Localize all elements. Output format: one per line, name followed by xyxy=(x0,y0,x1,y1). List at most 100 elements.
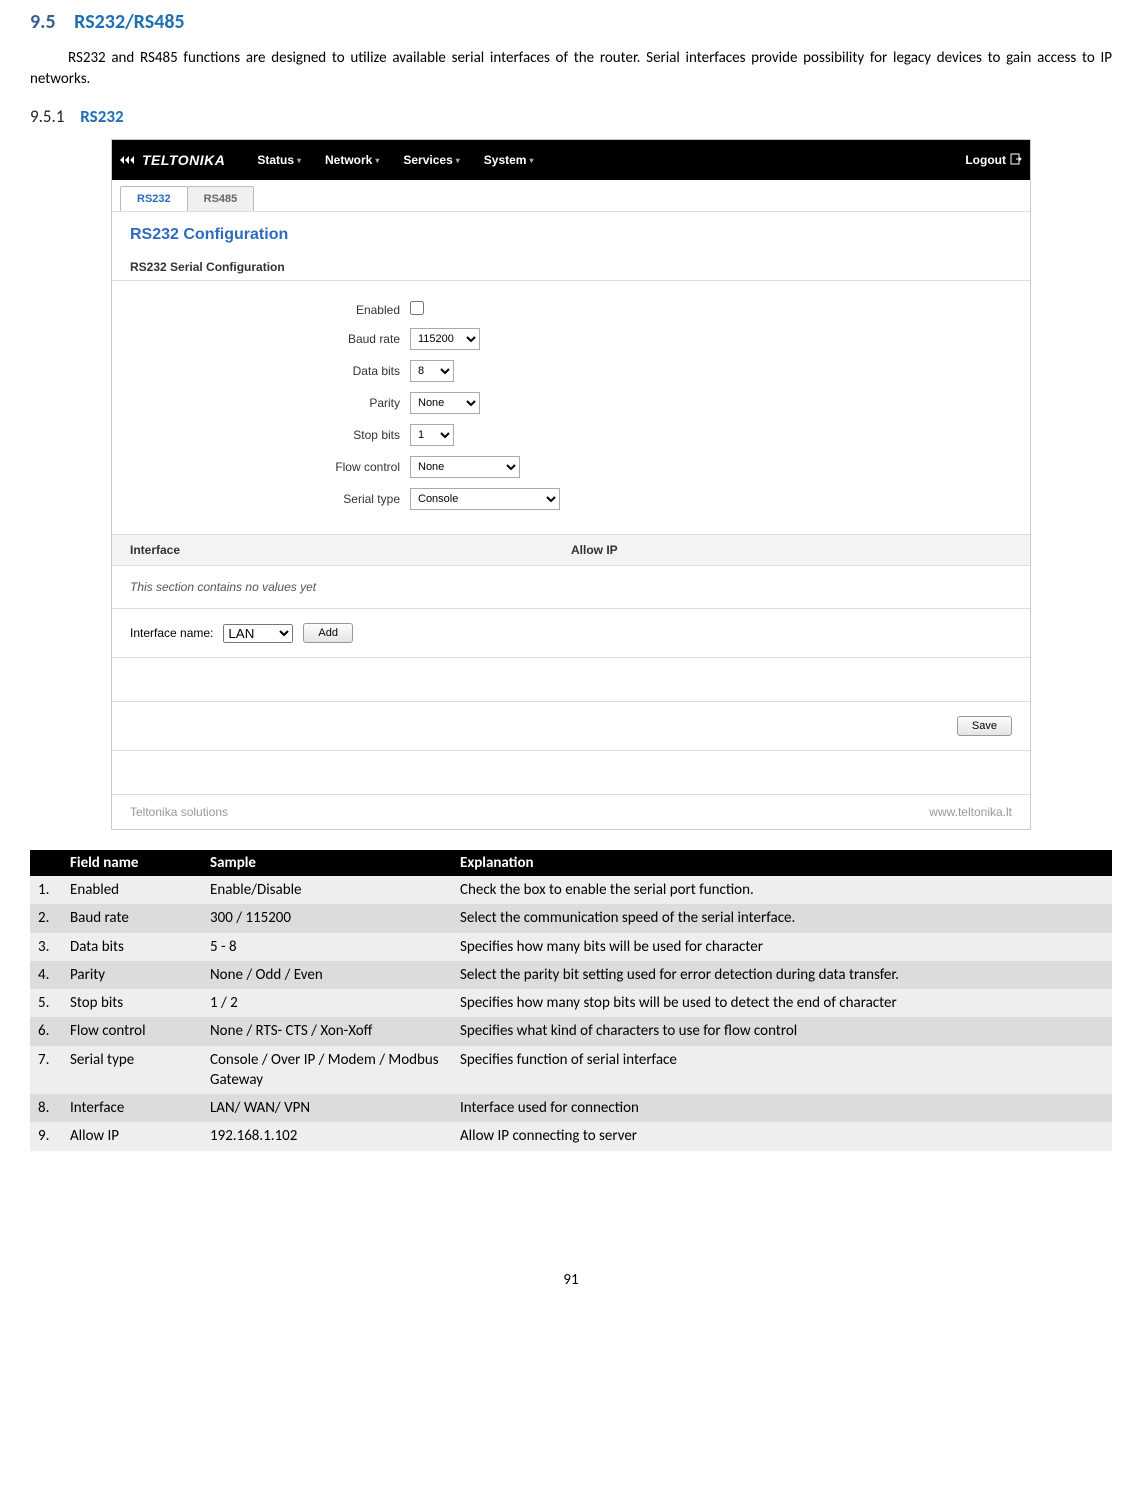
caret-down-icon: ▾ xyxy=(375,156,379,165)
row-explanation: Select the communication speed of the se… xyxy=(452,904,1112,932)
row-fieldname: Allow IP xyxy=(62,1122,202,1150)
table-row: 7.Serial typeConsole / Over IP / Modem /… xyxy=(30,1046,1112,1095)
row-explanation: Specifies how many bits will be used for… xyxy=(452,933,1112,961)
enabled-checkbox[interactable] xyxy=(410,301,424,315)
flow-label: Flow control xyxy=(130,460,410,474)
spacer-row xyxy=(112,658,1030,702)
brand-text: TELTONIKA xyxy=(142,152,225,168)
row-fieldname: Flow control xyxy=(62,1017,202,1045)
row-number: 7. xyxy=(30,1046,62,1095)
page-number: 91 xyxy=(30,1271,1112,1289)
config-form: Enabled Baud rate 115200 Data bits 8 Par… xyxy=(112,281,1030,534)
interface-name-label: Interface name: xyxy=(130,626,213,640)
row-number: 9. xyxy=(30,1122,62,1150)
tabs-row: RS232 RS485 xyxy=(112,180,1030,212)
add-interface-row: Interface name: LAN Add xyxy=(112,609,1030,658)
spacer-row-2 xyxy=(112,751,1030,795)
section-heading-9-5: 9.5 RS232/RS485 xyxy=(30,10,1112,34)
table-row: 1.EnabledEnable/DisableCheck the box to … xyxy=(30,876,1112,904)
row-explanation: Interface used for connection xyxy=(452,1094,1112,1122)
router-footer: Teltonika solutions www.teltonika.lt xyxy=(112,795,1030,829)
heading-text: RS232 xyxy=(80,106,123,127)
caret-down-icon: ▾ xyxy=(529,156,533,165)
table-row: 5.Stop bits1 / 2Specifies how many stop … xyxy=(30,989,1112,1017)
serialtype-label: Serial type xyxy=(130,492,410,506)
row-number: 5. xyxy=(30,989,62,1017)
row-sample: LAN/ WAN/ VPN xyxy=(202,1094,452,1122)
stopbits-label: Stop bits xyxy=(130,428,410,442)
table-header-explanation: Explanation xyxy=(452,850,1112,876)
nav-network[interactable]: Network▾ xyxy=(315,147,389,173)
nav-services[interactable]: Services▾ xyxy=(393,147,469,173)
stopbits-select[interactable]: 1 xyxy=(410,424,454,446)
row-number: 8. xyxy=(30,1094,62,1122)
heading-text: RS232/RS485 xyxy=(74,10,184,34)
row-explanation: Allow IP connecting to server xyxy=(452,1122,1112,1150)
table-row: 4.ParityNone / Odd / EvenSelect the pari… xyxy=(30,961,1112,989)
table-header-field: Field name xyxy=(62,850,202,876)
row-fieldname: Serial type xyxy=(62,1046,202,1095)
heading-number: 9.5.1 xyxy=(30,106,64,127)
flow-select[interactable]: None xyxy=(410,456,520,478)
page-title: RS232 Configuration xyxy=(112,212,1030,250)
footer-right: www.teltonika.lt xyxy=(929,805,1012,819)
row-sample: 300 / 115200 xyxy=(202,904,452,932)
serialtype-select[interactable]: Console xyxy=(410,488,560,510)
row-fieldname: Baud rate xyxy=(62,904,202,932)
save-row: Save xyxy=(112,702,1030,751)
nav-status[interactable]: Status▾ xyxy=(247,147,311,173)
row-fieldname: Interface xyxy=(62,1094,202,1122)
parity-label: Parity xyxy=(130,396,410,410)
router-screenshot: TELTONIKA Status▾ Network▾ Services▾ Sys… xyxy=(111,139,1031,830)
interface-name-select[interactable]: LAN xyxy=(223,624,293,643)
router-topbar: TELTONIKA Status▾ Network▾ Services▾ Sys… xyxy=(112,140,1030,180)
row-fieldname: Parity xyxy=(62,961,202,989)
row-number: 2. xyxy=(30,904,62,932)
caret-down-icon: ▾ xyxy=(297,156,301,165)
row-sample: Console / Over IP / Modem / Modbus Gatew… xyxy=(202,1046,452,1095)
table-header-sample: Sample xyxy=(202,850,452,876)
config-section-title: RS232 Serial Configuration xyxy=(112,250,1030,281)
row-sample: None / RTS- CTS / Xon-Xoff xyxy=(202,1017,452,1045)
logo-icon xyxy=(120,153,138,167)
row-sample: None / Odd / Even xyxy=(202,961,452,989)
caret-down-icon: ▾ xyxy=(456,156,460,165)
add-button[interactable]: Add xyxy=(303,623,353,643)
nav-system[interactable]: System▾ xyxy=(474,147,544,173)
row-fieldname: Data bits xyxy=(62,933,202,961)
row-explanation: Specifies what kind of characters to use… xyxy=(452,1017,1112,1045)
iface-col-header: Interface xyxy=(130,543,571,557)
databits-select[interactable]: 8 xyxy=(410,360,454,382)
field-reference-table: Field name Sample Explanation 1.EnabledE… xyxy=(30,850,1112,1151)
interface-table-header: Interface Allow IP xyxy=(112,534,1030,566)
enabled-label: Enabled xyxy=(130,303,410,317)
databits-label: Data bits xyxy=(130,364,410,378)
heading-number: 9.5 xyxy=(30,10,56,34)
no-values-message: This section contains no values yet xyxy=(112,566,1030,609)
row-number: 1. xyxy=(30,876,62,904)
tab-rs485[interactable]: RS485 xyxy=(187,186,255,211)
table-row: 6.Flow controlNone / RTS- CTS / Xon-Xoff… xyxy=(30,1017,1112,1045)
allowip-col-header: Allow IP xyxy=(571,543,1012,557)
logout-link[interactable]: Logout xyxy=(965,153,1022,168)
intro-paragraph: RS232 and RS485 functions are designed t… xyxy=(30,48,1112,90)
save-button[interactable]: Save xyxy=(957,716,1012,736)
baud-select[interactable]: 115200 xyxy=(410,328,480,350)
brand-logo: TELTONIKA xyxy=(120,152,225,168)
row-explanation: Specifies how many stop bits will be use… xyxy=(452,989,1112,1017)
tab-rs232[interactable]: RS232 xyxy=(120,186,188,211)
row-sample: 192.168.1.102 xyxy=(202,1122,452,1150)
parity-select[interactable]: None xyxy=(410,392,480,414)
row-sample: 5 - 8 xyxy=(202,933,452,961)
logout-icon xyxy=(1010,153,1022,168)
row-explanation: Select the parity bit setting used for e… xyxy=(452,961,1112,989)
table-row: 2.Baud rate300 / 115200Select the commun… xyxy=(30,904,1112,932)
footer-left: Teltonika solutions xyxy=(130,805,228,819)
baud-label: Baud rate xyxy=(130,332,410,346)
row-fieldname: Enabled xyxy=(62,876,202,904)
row-explanation: Specifies function of serial interface xyxy=(452,1046,1112,1095)
row-number: 6. xyxy=(30,1017,62,1045)
table-header-blank xyxy=(30,850,62,876)
table-row: 8.InterfaceLAN/ WAN/ VPNInterface used f… xyxy=(30,1094,1112,1122)
row-fieldname: Stop bits xyxy=(62,989,202,1017)
